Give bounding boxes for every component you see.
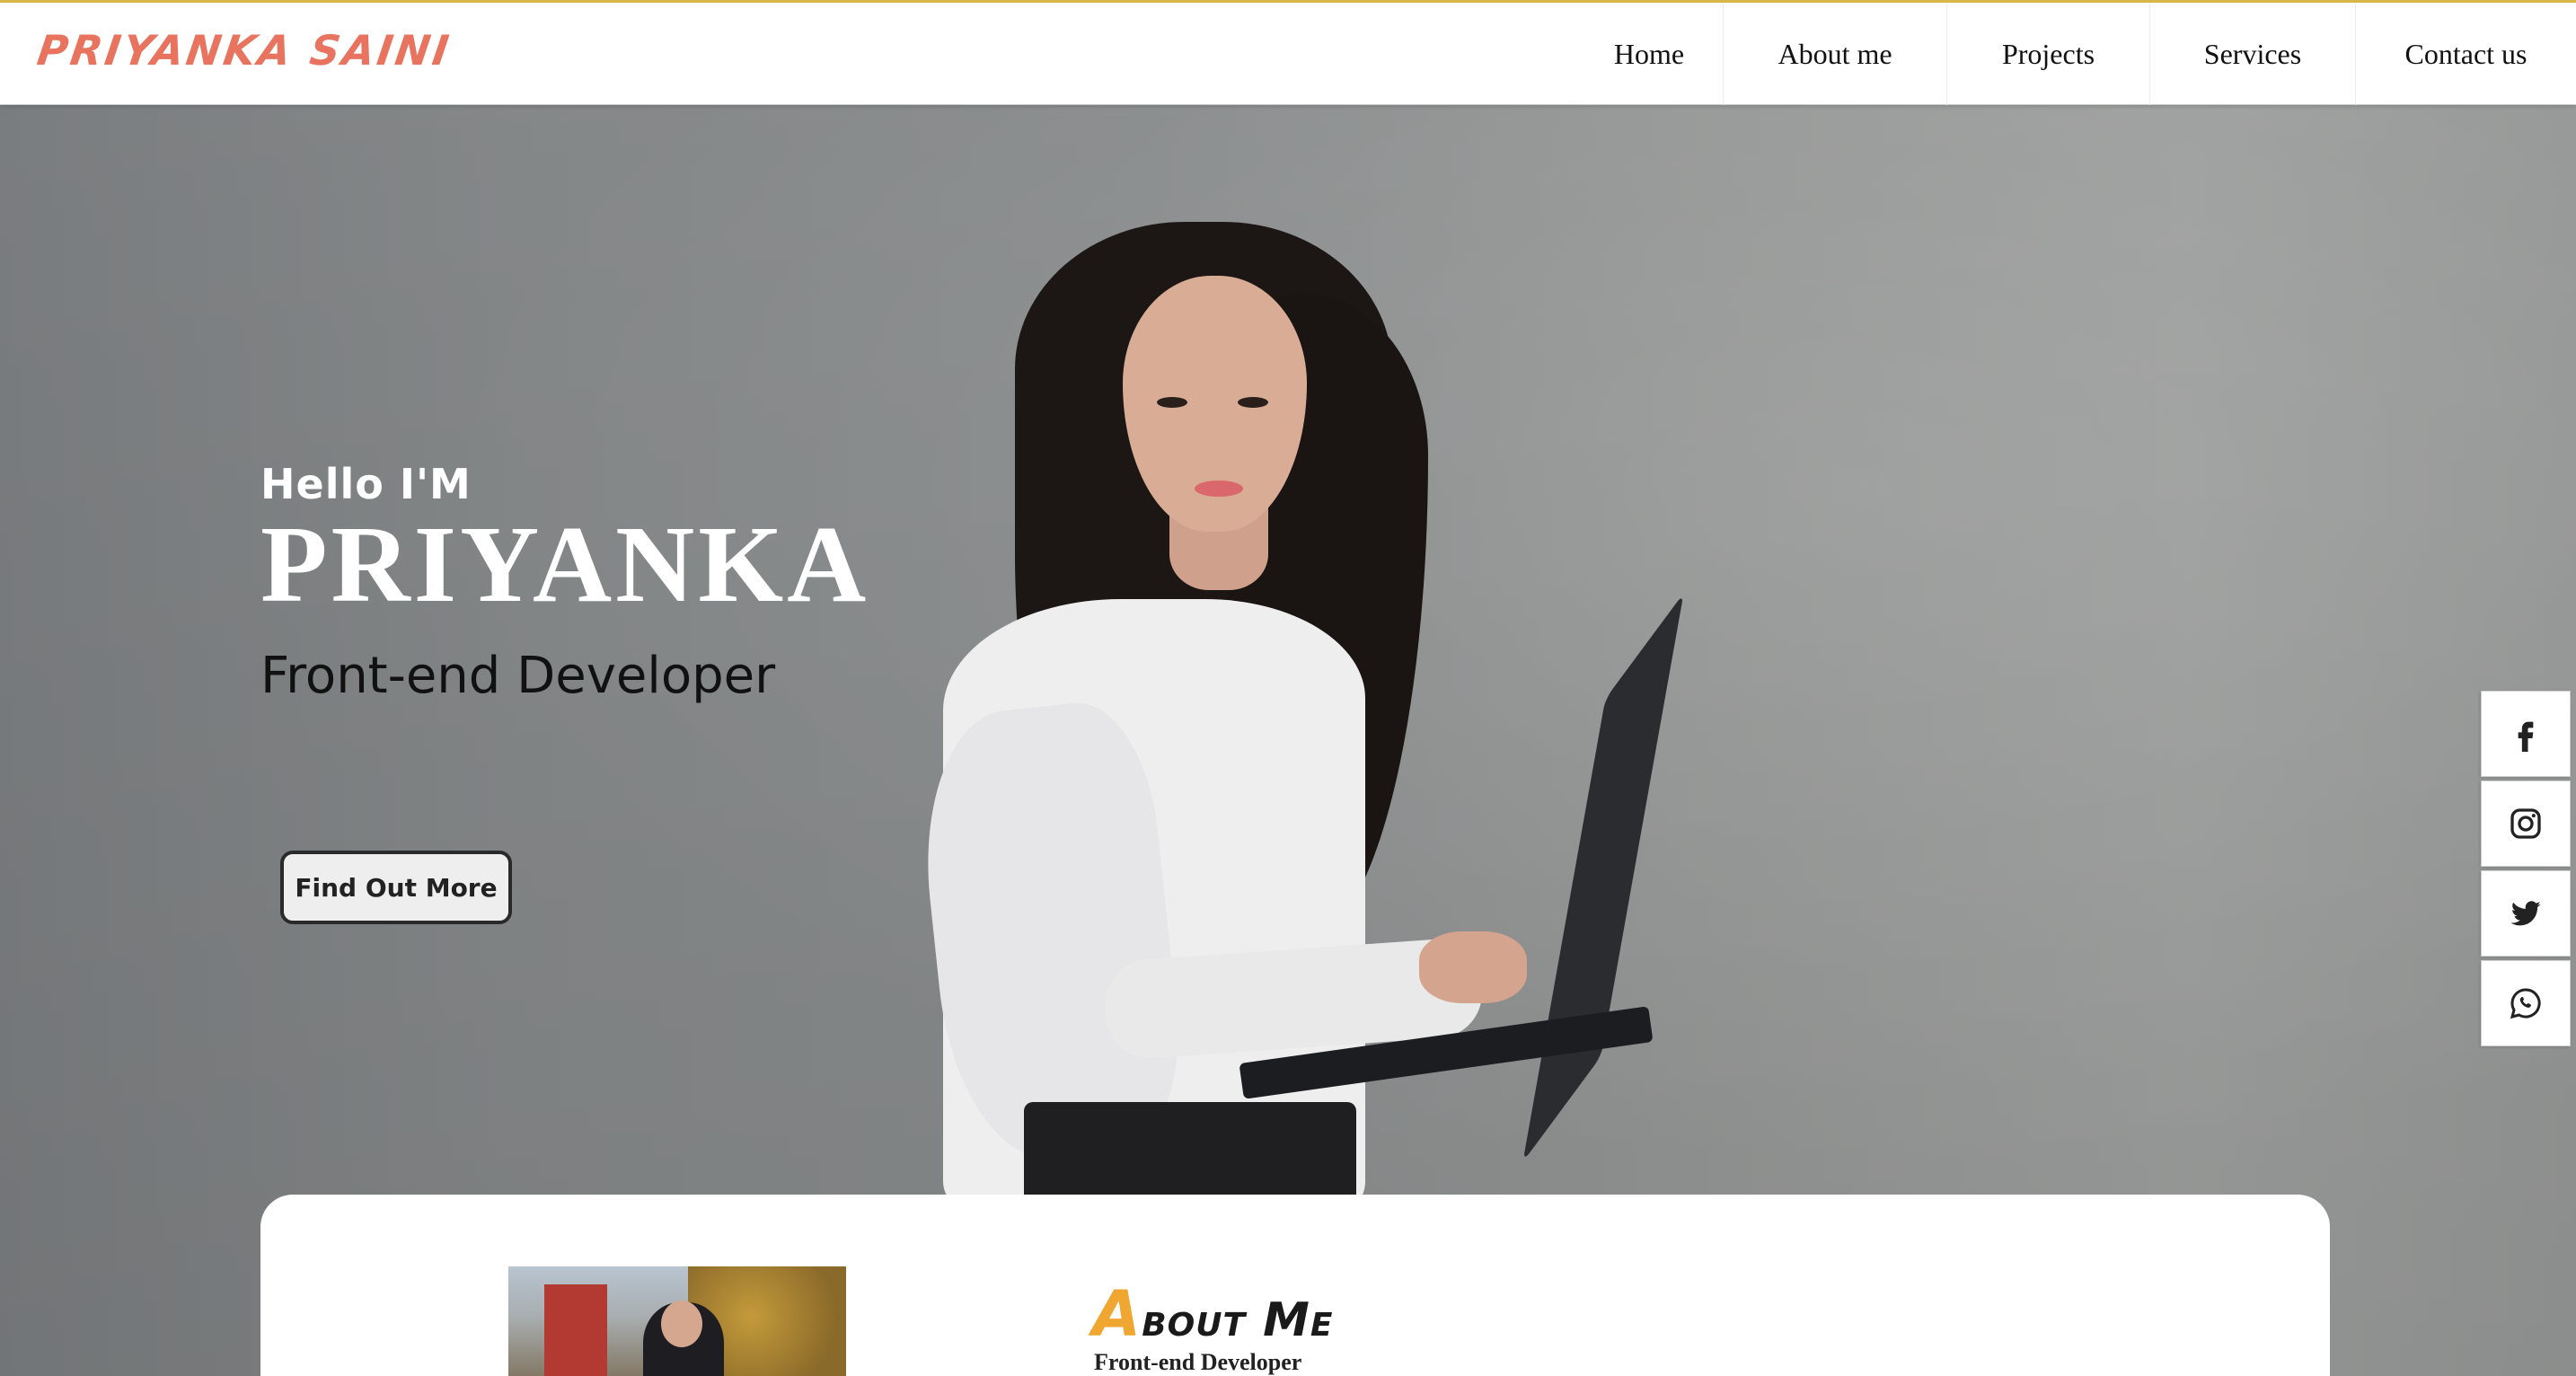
site-logo[interactable]: Priyanka Saini: [34, 26, 454, 75]
hero-text-block: Hello I'M PRIYANKA Front-end Developer: [260, 460, 869, 705]
whatsapp-button[interactable]: [2481, 960, 2571, 1046]
portrait-hand: [1419, 931, 1527, 1003]
portrait-eye-left: [1157, 397, 1187, 408]
portrait-lips: [1195, 481, 1243, 497]
facebook-icon: [2518, 721, 2534, 752]
about-title: About Me: [1092, 1277, 1333, 1351]
hero-role: Front-end Developer: [260, 647, 776, 705]
about-photo: [508, 1266, 846, 1376]
main-nav: Home About me Projects Services Contact …: [1575, 3, 2576, 105]
social-sidebar: [2481, 691, 2571, 1050]
twitter-button[interactable]: [2481, 870, 2571, 957]
nav-home-link[interactable]: Home: [1575, 3, 1723, 105]
nav-services-link[interactable]: Services: [2149, 3, 2355, 105]
navbar: Priyanka Saini Home About me Projects Se…: [0, 3, 2576, 105]
photo-face: [661, 1301, 702, 1347]
instagram-icon: [2510, 808, 2541, 839]
hero-portrait-image: [911, 204, 1796, 1318]
twitter-icon: [2510, 901, 2541, 926]
hero-name: PRIYANKA: [260, 504, 870, 625]
about-card: About Me Front-end Developer: [260, 1195, 2330, 1376]
about-title-rest: bout Me: [1142, 1293, 1334, 1347]
find-out-more-button[interactable]: Find Out More: [280, 851, 512, 924]
facebook-button[interactable]: [2481, 691, 2571, 777]
portrait-eye-right: [1238, 397, 1268, 408]
nav-contact-link[interactable]: Contact us: [2355, 3, 2576, 105]
photo-building: [544, 1284, 607, 1376]
whatsapp-icon: [2510, 988, 2541, 1019]
nav-about-link[interactable]: About me: [1723, 3, 1946, 105]
about-title-initial: A: [1092, 1277, 1142, 1351]
nav-projects-link[interactable]: Projects: [1946, 3, 2149, 105]
about-subtitle: Front-end Developer: [1094, 1349, 1302, 1375]
hero-section: Hello I'M PRIYANKA Front-end Developer F…: [0, 105, 2576, 1376]
laptop-lid: [1522, 593, 1684, 1162]
hero-greeting: Hello I'M: [260, 460, 472, 508]
instagram-button[interactable]: [2481, 781, 2571, 867]
